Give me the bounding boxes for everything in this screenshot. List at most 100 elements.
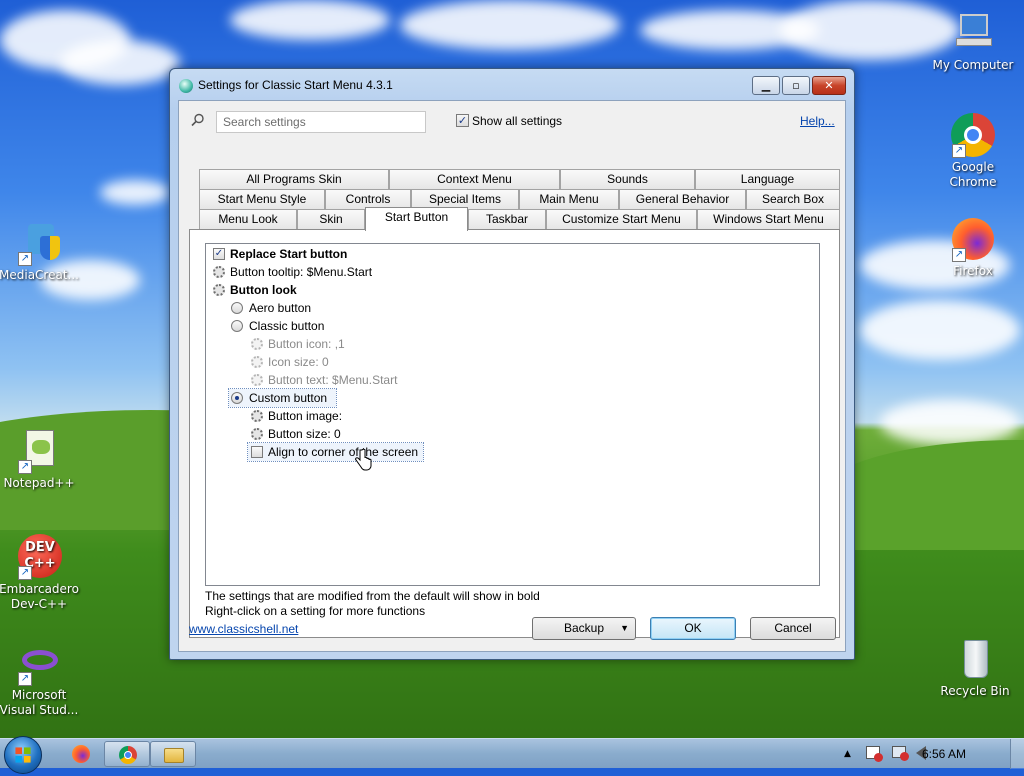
tab-start-menu-style[interactable]: Start Menu Style xyxy=(199,189,325,209)
devcpp-icon: DEV C++ ↗ xyxy=(16,534,62,580)
desktop-icon-recycle-bin[interactable]: Recycle Bin xyxy=(932,636,1018,699)
dropdown-arrow-icon: ▼ xyxy=(620,623,629,633)
taskbar-firefox[interactable] xyxy=(58,741,104,767)
maximize-icon: ▫ xyxy=(792,79,800,92)
cancel-button[interactable]: Cancel xyxy=(750,617,836,640)
search-icon xyxy=(191,113,204,127)
tab-menu-look[interactable]: Menu Look xyxy=(199,209,297,229)
tab-windows-start-menu[interactable]: Windows Start Menu xyxy=(697,209,840,229)
window-title: Settings for Classic Start Menu 4.3.1 xyxy=(198,78,393,92)
taskbar-explorer[interactable] xyxy=(150,741,196,767)
setting-label: Replace Start button xyxy=(230,247,348,261)
desktop-icon-label: Firefox xyxy=(953,264,993,278)
desktop-icon-label: Google Chrome xyxy=(949,160,997,189)
tab-main-menu[interactable]: Main Menu xyxy=(519,189,619,209)
desktop-icon-mediacreation[interactable]: ↗ MediaCreat... xyxy=(0,220,82,283)
start-button[interactable] xyxy=(4,736,42,774)
firefox-icon: ↗ xyxy=(950,216,996,262)
recycle-bin-icon xyxy=(952,636,998,682)
setting-label: Button size: 0 xyxy=(268,427,341,441)
media-creation-tool-icon: ↗ xyxy=(16,220,62,266)
gear-icon xyxy=(213,266,225,278)
taskbar-chrome[interactable] xyxy=(104,741,150,767)
setting-label: Button tooltip: $Menu.Start xyxy=(230,265,373,279)
close-icon: ✕ xyxy=(824,79,834,92)
tab-search-box[interactable]: Search Box xyxy=(746,189,840,209)
tab-general-behavior[interactable]: General Behavior xyxy=(619,189,746,209)
desktop-icon-my-computer[interactable]: My Computer xyxy=(930,10,1016,73)
desktop-icon-devcpp[interactable]: DEV C++ ↗ Embarcadero Dev-C++ xyxy=(0,534,82,612)
chrome-icon: ↗ xyxy=(950,112,996,158)
search-input[interactable]: Search settings xyxy=(216,111,426,133)
desktop-icon-label: My Computer xyxy=(932,58,1014,72)
tab-taskbar[interactable]: Taskbar xyxy=(468,209,546,229)
tab-context-menu[interactable]: Context Menu xyxy=(389,169,560,189)
chrome-icon xyxy=(119,746,137,764)
minimize-button[interactable]: ▁ xyxy=(752,76,780,95)
setting-label: Aero button xyxy=(249,301,312,315)
setting-custom-button[interactable]: Custom button xyxy=(228,388,337,408)
tab-language[interactable]: Language xyxy=(695,169,840,189)
tab-all-programs-skin[interactable]: All Programs Skin xyxy=(199,169,389,189)
desktop-icon-google-chrome[interactable]: ↗ Google Chrome xyxy=(930,112,1016,190)
show-all-settings-label: Show all settings xyxy=(472,114,563,128)
classic-shell-icon xyxy=(179,79,193,93)
checkbox-checked-icon: ✓ xyxy=(213,248,225,260)
setting-label: Icon size: 0 xyxy=(268,355,329,369)
minimize-icon: ▁ xyxy=(761,79,771,92)
maximize-button[interactable]: ▫ xyxy=(782,76,810,95)
gear-icon xyxy=(251,356,263,368)
checkbox-unchecked-icon xyxy=(251,446,263,458)
settings-tree[interactable]: ✓ Replace Start button Button tooltip: $… xyxy=(205,243,820,586)
radio-icon xyxy=(231,320,243,332)
desktop-icon-label: Microsoft Visual Stud... xyxy=(0,688,79,717)
checkmark-icon: ✓ xyxy=(457,114,468,127)
action-center-flag-icon[interactable] xyxy=(866,746,883,762)
gear-icon xyxy=(251,410,263,422)
tab-start-button[interactable]: Start Button xyxy=(365,207,468,231)
setting-label: Button icon: ,1 xyxy=(268,337,345,351)
notepadpp-icon: ↗ xyxy=(16,428,62,474)
tab-special-items[interactable]: Special Items xyxy=(411,189,519,209)
hint-line-1: The settings that are modified from the … xyxy=(205,589,540,603)
show-all-settings-checkbox[interactable]: ✓ xyxy=(456,114,469,127)
setting-label: Custom button xyxy=(249,391,328,405)
desktop-icon-label: MediaCreat... xyxy=(0,268,79,282)
setting-label: Button look xyxy=(230,283,297,297)
hint-line-2: Right-click on a setting for more functi… xyxy=(205,604,426,618)
network-icon[interactable] xyxy=(892,746,909,761)
show-desktop-button[interactable] xyxy=(1010,739,1024,769)
tab-controls[interactable]: Controls xyxy=(325,189,411,209)
website-link[interactable]: www.classicshell.net xyxy=(189,622,298,636)
setting-align-to-corner[interactable]: Align to corner of the screen xyxy=(247,442,424,462)
show-hidden-icons-button[interactable]: ▲ xyxy=(844,749,851,759)
desktop-icon-label: Embarcadero Dev-C++ xyxy=(0,582,79,611)
settings-window: Settings for Classic Start Menu 4.3.1 ▁ … xyxy=(169,68,855,660)
setting-label: Button text: $Menu.Start xyxy=(268,373,398,387)
ok-button[interactable]: OK xyxy=(650,617,736,640)
backup-button[interactable]: Backup ▼ xyxy=(532,617,636,640)
title-bar[interactable]: Settings for Classic Start Menu 4.3.1 ▁ … xyxy=(170,69,854,101)
tab-skin[interactable]: Skin xyxy=(297,209,365,229)
desktop-icon-label: Notepad++ xyxy=(3,476,75,490)
folder-icon xyxy=(164,748,184,763)
firefox-icon xyxy=(72,745,90,763)
help-link[interactable]: Help... xyxy=(800,114,835,128)
taskbar: ▲ 6:56 AM xyxy=(0,736,1024,774)
tab-panel-start-button: ✓ Replace Start button Button tooltip: $… xyxy=(189,229,840,638)
desktop-icon-firefox[interactable]: ↗ Firefox xyxy=(930,216,1016,279)
visual-studio-icon: ↗ xyxy=(16,640,62,686)
tab-sounds[interactable]: Sounds xyxy=(560,169,695,189)
tab-customize-start-menu[interactable]: Customize Start Menu xyxy=(546,209,697,229)
hand-cursor-icon xyxy=(355,448,372,471)
setting-label: Button image: xyxy=(268,409,343,423)
clock[interactable]: 6:56 AM xyxy=(922,747,966,761)
desktop-icon-label: Recycle Bin xyxy=(940,684,1010,698)
computer-icon xyxy=(950,10,996,56)
radio-selected-icon xyxy=(231,392,243,404)
desktop-icon-notepadpp[interactable]: ↗ Notepad++ xyxy=(0,428,82,491)
desktop-icon-visual-studio[interactable]: ↗ Microsoft Visual Stud... xyxy=(0,640,82,718)
close-button[interactable]: ✕ xyxy=(812,76,846,95)
backup-label: Backup xyxy=(563,621,605,635)
setting-label: Align to corner of the screen xyxy=(268,445,419,459)
